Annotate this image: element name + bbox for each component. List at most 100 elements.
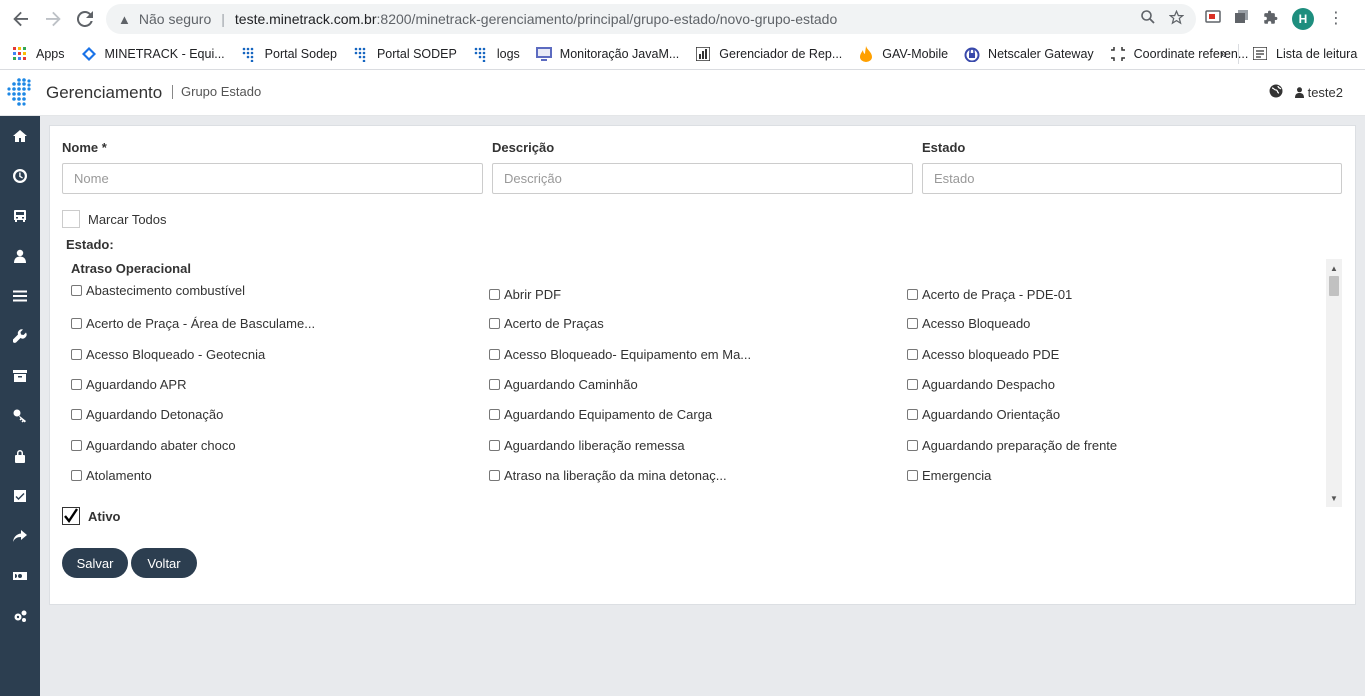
archive-icon[interactable] xyxy=(0,356,40,396)
forward-arrow-icon[interactable] xyxy=(38,4,68,34)
scroll-up-arrow-icon[interactable]: ▲ xyxy=(1326,261,1342,275)
estado-option[interactable]: Abastecimento combustível xyxy=(71,283,245,298)
key-icon[interactable] xyxy=(0,396,40,436)
money-icon[interactable] xyxy=(0,556,40,596)
lock-icon[interactable] xyxy=(0,436,40,476)
zoom-search-icon[interactable] xyxy=(1141,10,1155,29)
estado-checklist[interactable]: Atraso Operacional Abastecimento combust… xyxy=(62,259,1342,507)
back-arrow-icon[interactable] xyxy=(6,4,36,34)
estado-option-checkbox[interactable] xyxy=(489,379,500,390)
bookmark-gerenciador[interactable]: Gerenciador de Rep... xyxy=(687,42,850,66)
estado-option-checkbox[interactable] xyxy=(907,318,918,329)
url-host[interactable]: teste.minetrack.com.br xyxy=(235,11,377,27)
estado-input[interactable] xyxy=(922,163,1342,194)
user-menu[interactable]: teste2 xyxy=(1294,85,1343,100)
estado-option-checkbox[interactable] xyxy=(489,318,500,329)
home-icon[interactable] xyxy=(0,116,40,156)
estado-option-checkbox[interactable] xyxy=(907,409,918,420)
bookmarks-overflow-chevron-icon[interactable]: » xyxy=(1212,42,1235,66)
estado-option[interactable]: Acerto de Praça - Área de Basculame... xyxy=(71,316,315,331)
back-button[interactable]: Voltar xyxy=(131,548,197,578)
extensions-puzzle-icon[interactable] xyxy=(1263,10,1278,29)
bus-icon[interactable] xyxy=(0,196,40,236)
cogs-icon[interactable] xyxy=(0,596,40,636)
estado-option-checkbox[interactable] xyxy=(489,289,500,300)
ativo-checkbox[interactable]: Ativo xyxy=(62,507,121,525)
bookmark-gav-mobile[interactable]: GAV-Mobile xyxy=(850,42,956,66)
address-bar[interactable]: ▲ Não seguro | teste.minetrack.com.br:82… xyxy=(106,4,1196,34)
mark-all-checkbox[interactable]: Marcar Todos xyxy=(62,210,167,228)
estado-option[interactable]: Acesso bloqueado PDE xyxy=(907,347,1059,362)
estado-option-checkbox[interactable] xyxy=(71,318,82,329)
security-label[interactable]: Não seguro xyxy=(139,11,211,27)
check-square-icon[interactable] xyxy=(0,476,40,516)
estado-option-checkbox[interactable] xyxy=(907,349,918,360)
bookmark-portal-sodep[interactable]: Portal Sodep xyxy=(233,42,345,66)
reading-list-button[interactable]: Lista de leitura xyxy=(1244,42,1365,66)
reload-icon[interactable] xyxy=(70,4,100,34)
globe-icon[interactable] xyxy=(1269,84,1283,101)
estado-option[interactable]: Aguardando abater choco xyxy=(71,438,236,453)
bookmark-logs[interactable]: logs xyxy=(465,42,528,66)
save-button[interactable]: Salvar xyxy=(62,548,128,578)
user-icon[interactable] xyxy=(0,236,40,276)
bookmark-apps[interactable]: Apps xyxy=(0,42,73,66)
url-path[interactable]: :8200/minetrack-gerenciamento/principal/… xyxy=(377,11,838,27)
estado-option-checkbox[interactable] xyxy=(907,440,918,451)
mark-all-box[interactable] xyxy=(62,210,80,228)
estado-option[interactable]: Acesso Bloqueado xyxy=(907,316,1030,331)
estado-option-checkbox[interactable] xyxy=(71,379,82,390)
estado-option-checkbox[interactable] xyxy=(907,289,918,300)
bookmark-minetrack[interactable]: MINETRACK - Equi... xyxy=(73,42,233,66)
estado-option[interactable]: Aguardando Caminhão xyxy=(489,377,638,392)
scroll-thumb[interactable] xyxy=(1329,276,1339,296)
estado-option[interactable]: Atraso na liberação da mina detonaç... xyxy=(489,468,727,483)
gateway-icon xyxy=(964,46,980,62)
cast-icon[interactable] xyxy=(1205,10,1221,28)
estado-option[interactable]: Aguardando liberação remessa xyxy=(489,438,685,453)
estado-option-checkbox[interactable] xyxy=(489,409,500,420)
estado-option-checkbox[interactable] xyxy=(71,440,82,451)
estado-option-checkbox[interactable] xyxy=(489,349,500,360)
estado-option[interactable]: Acesso Bloqueado - Geotecnia xyxy=(71,347,265,362)
estado-option-checkbox[interactable] xyxy=(489,470,500,481)
estado-option[interactable]: Acerto de Praça - PDE-01 xyxy=(907,287,1072,302)
estado-option[interactable]: Aguardando preparação de frente xyxy=(907,438,1117,453)
kebab-menu-icon[interactable]: ⋮ xyxy=(1328,11,1344,27)
nome-input[interactable] xyxy=(62,163,483,194)
clock-icon[interactable] xyxy=(0,156,40,196)
wrench-icon[interactable] xyxy=(0,316,40,356)
ativo-label: Ativo xyxy=(88,508,121,524)
ativo-box[interactable] xyxy=(62,507,80,525)
estado-option[interactable]: Acesso Bloqueado- Equipamento em Ma... xyxy=(489,347,751,362)
estado-option-checkbox[interactable] xyxy=(907,379,918,390)
scrollbar[interactable]: ▲ ▼ xyxy=(1326,259,1342,507)
estado-option[interactable]: Abrir PDF xyxy=(489,287,561,302)
estado-option[interactable]: Aguardando APR xyxy=(71,377,186,392)
estado-option-checkbox[interactable] xyxy=(71,409,82,420)
estado-option[interactable]: Aguardando Orientação xyxy=(907,407,1060,422)
estado-option[interactable]: Emergencia xyxy=(907,468,991,483)
warning-icon[interactable]: ▲ xyxy=(118,12,131,27)
estado-option-checkbox[interactable] xyxy=(71,349,82,360)
estado-option-checkbox[interactable] xyxy=(71,470,82,481)
estado-option[interactable]: Acerto de Praças xyxy=(489,316,604,331)
descricao-input[interactable] xyxy=(492,163,913,194)
estado-option[interactable]: Aguardando Despacho xyxy=(907,377,1055,392)
estado-option[interactable]: Aguardando Detonação xyxy=(71,407,223,422)
copy-extension-icon[interactable] xyxy=(1235,10,1249,28)
estado-option-label: Aguardando Detonação xyxy=(86,407,224,422)
estado-option[interactable]: Atolamento xyxy=(71,468,152,483)
menu-bars-icon[interactable] xyxy=(0,276,40,316)
share-arrow-icon[interactable] xyxy=(0,516,40,556)
estado-option-checkbox[interactable] xyxy=(489,440,500,451)
scroll-down-arrow-icon[interactable]: ▼ xyxy=(1326,491,1342,505)
estado-option[interactable]: Aguardando Equipamento de Carga xyxy=(489,407,712,422)
bookmark-portal-sodep-2[interactable]: Portal SODEP xyxy=(345,42,465,66)
bookmark-netscaler[interactable]: Netscaler Gateway xyxy=(956,42,1102,66)
estado-option-checkbox[interactable] xyxy=(71,285,82,296)
estado-option-checkbox[interactable] xyxy=(907,470,918,481)
bookmark-monitoracao[interactable]: Monitoração JavaM... xyxy=(528,42,688,66)
profile-avatar[interactable]: H xyxy=(1292,8,1314,30)
star-bookmark-icon[interactable] xyxy=(1168,9,1185,29)
